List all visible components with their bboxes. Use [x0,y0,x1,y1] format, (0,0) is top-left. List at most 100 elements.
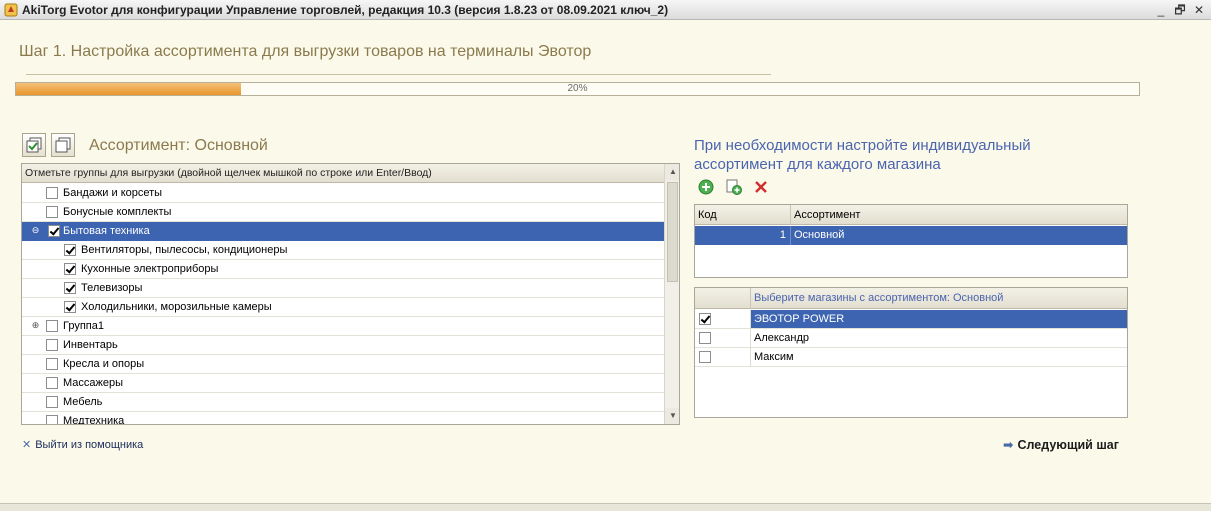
exit-wizard-label: Выйти из помощника [35,439,144,451]
tree-scrollbar[interactable]: ▲ ▼ [664,164,679,424]
tree-row[interactable]: ⊖ Бытовая техника [22,222,664,241]
tree-row[interactable]: Кресла и опоры [22,355,664,374]
maximize-button[interactable]: 🗗 [1172,3,1188,17]
group-checkbox[interactable] [46,187,58,199]
group-label: Массажеры [63,377,124,389]
close-button[interactable]: ✕ [1191,3,1207,17]
copy-button[interactable] [725,178,743,196]
add-button[interactable] [697,178,715,196]
tree-header: Отметьте группы для выгрузки (двойной ще… [22,164,664,183]
column-separator [750,288,751,309]
assortment-code: 1 [779,229,786,241]
col-assortment-header[interactable]: Ассортимент [794,205,860,225]
col-code-header[interactable]: Код [698,205,717,225]
delete-button[interactable] [752,178,770,196]
delete-icon [755,181,767,193]
group-checkbox[interactable] [48,225,60,237]
group-label: Бытовая техника [63,225,150,237]
tree-row[interactable]: Инвентарь [22,336,664,355]
store-assortment-hint: При необходимости настройте индивидуальн… [694,137,1031,173]
tree-row[interactable]: Бандажи и корсеты [22,184,664,203]
group-checkbox[interactable] [64,282,76,294]
store-row[interactable]: ЭВОТОР POWER [695,310,1127,329]
tree-row[interactable]: Холодильники, морозильные камеры [22,298,664,317]
app-icon [4,3,18,17]
group-checkbox[interactable] [46,339,58,351]
store-checkbox[interactable] [699,351,711,363]
group-label: Телевизоры [81,282,143,294]
store-checkbox[interactable] [699,332,711,344]
scroll-up-icon[interactable]: ▲ [665,164,679,180]
group-checkbox[interactable] [64,263,76,275]
tree-row[interactable]: Кухонные электроприборы [22,260,664,279]
assortment-grid-header: Код Ассортимент [695,205,1127,225]
expand-icon[interactable]: ⊕ [31,321,40,330]
exit-wizard-link[interactable]: ✕ Выйти из помощника [22,438,143,451]
store-row[interactable]: Максим [695,348,1127,367]
tree-row[interactable]: Медтехника [22,412,664,425]
copy-add-icon [726,179,742,195]
store-name: ЭВОТОР POWER [754,313,845,325]
groups-tree[interactable]: Отметьте группы для выгрузки (двойной ще… [21,163,680,425]
tree-row[interactable]: Вентиляторы, пылесосы, кондиционеры [22,241,664,260]
tree-row[interactable]: ⊕ Группа1 [22,317,664,336]
group-label: Медтехника [63,415,125,425]
store-checkbox[interactable] [699,313,711,325]
stores-grid-header: Выберите магазины с ассортиментом: Основ… [695,288,1127,309]
group-checkbox[interactable] [46,396,58,408]
column-separator [750,310,751,329]
column-separator [750,348,751,367]
minimize-button[interactable]: _ [1153,3,1169,17]
column-separator [790,205,791,225]
window-titlebar: AkiTorg Evotor для конфигурации Управлен… [0,0,1211,20]
column-separator [750,329,751,348]
store-row[interactable]: Александр [695,329,1127,348]
uncheck-all-button[interactable] [51,133,75,157]
group-label: Кухонные электроприборы [81,263,219,275]
tree-row[interactable]: Мебель [22,393,664,412]
collapse-icon[interactable]: ⊖ [31,226,40,235]
group-label: Вентиляторы, пылесосы, кондиционеры [81,244,288,256]
assortment-name: Основной [794,229,845,241]
group-label: Бонусные комплекты [63,206,172,218]
check-all-button[interactable] [22,133,46,157]
group-checkbox[interactable] [46,358,58,370]
store-name: Максим [754,351,794,363]
group-checkbox[interactable] [46,320,58,332]
add-icon [698,179,714,195]
tree-rows: Бандажи и корсеты Бонусные комплекты ⊖ Быто… [22,184,664,425]
scroll-thumb[interactable] [667,182,678,282]
uncheck-all-icon [55,137,71,153]
tree-row[interactable]: Телевизоры [22,279,664,298]
group-checkbox[interactable] [46,415,58,424]
step-divider [26,74,771,75]
group-checkbox[interactable] [64,301,76,313]
step-title: Шаг 1. Настройка ассортимента для выгруз… [19,43,592,60]
next-step-label: Следующий шаг [1017,438,1119,452]
scroll-down-icon[interactable]: ▼ [665,408,679,424]
group-label: Инвентарь [63,339,118,351]
check-all-icon [26,137,42,153]
stores-grid[interactable]: Выберите магазины с ассортиментом: Основ… [694,287,1128,418]
stores-header-label: Выберите магазины с ассортиментом: Основ… [754,292,1004,304]
assortment-title: Ассортимент: Основной [89,137,268,154]
group-checkbox[interactable] [46,206,58,218]
group-checkbox[interactable] [46,377,58,389]
status-bar [0,503,1211,511]
close-icon: ✕ [22,439,32,451]
group-label: Мебель [63,396,103,408]
group-label: Кресла и опоры [63,358,145,370]
group-label: Группа1 [63,320,104,332]
window-title: AkiTorg Evotor для конфигурации Управлен… [22,3,669,17]
progress-label: 20% [567,83,588,94]
assortment-row[interactable]: 1 Основной [695,226,1127,245]
arrow-right-icon: ➡ [1003,438,1014,452]
group-checkbox[interactable] [64,244,76,256]
group-label: Холодильники, морозильные камеры [81,301,272,313]
tree-row[interactable]: Бонусные комплекты [22,203,664,222]
progress-bar: 20% [15,82,1140,96]
column-separator [790,226,791,245]
tree-row[interactable]: Массажеры [22,374,664,393]
next-step-button[interactable]: ➡ Следующий шаг [1003,437,1119,452]
assortment-grid[interactable]: Код Ассортимент 1 Основной [694,204,1128,278]
